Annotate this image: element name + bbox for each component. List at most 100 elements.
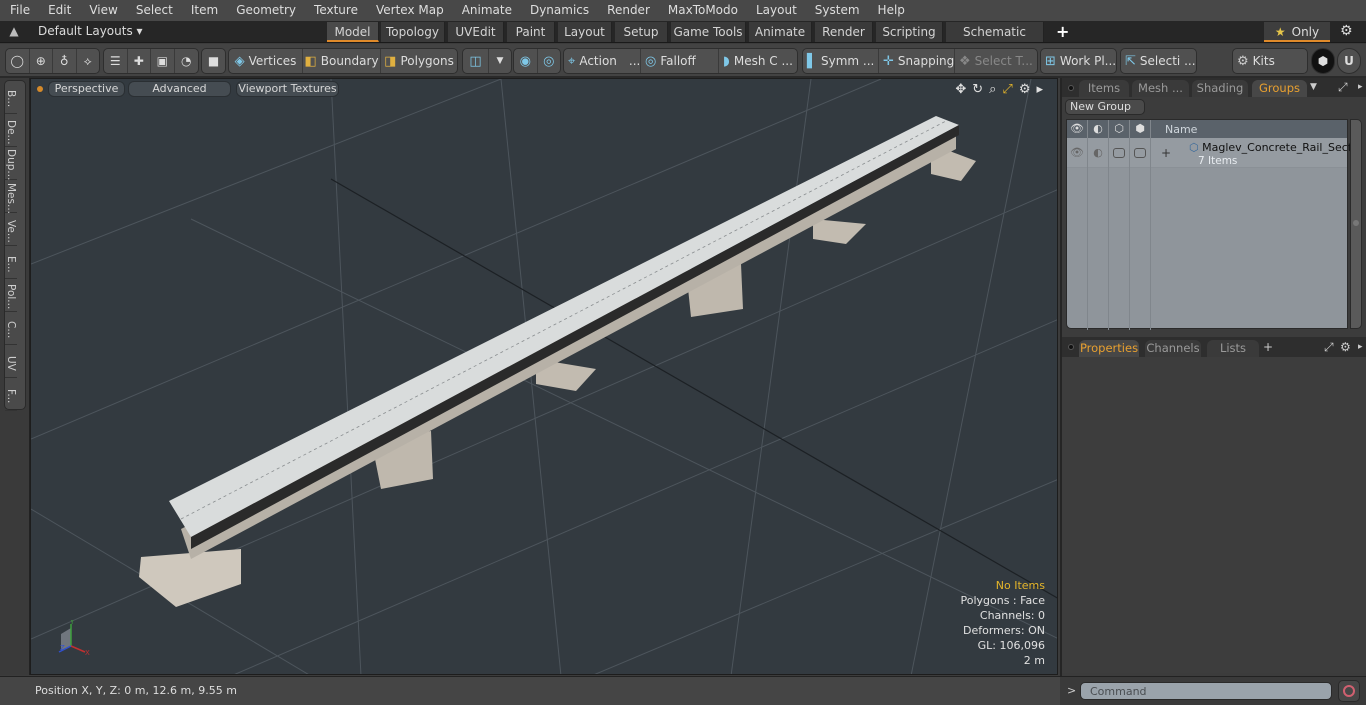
menu-vertex-map[interactable]: Vertex Map [366,0,452,21]
menu-item[interactable]: Item [181,0,226,21]
side-tab[interactable]: Mes... [5,180,17,214]
globe-icon[interactable]: ⊕ [30,49,53,73]
tab-layout[interactable]: Layout [558,22,612,42]
default-layouts-dropdown[interactable]: Default Layouts ▾ [38,24,143,38]
side-tab[interactable]: UV [5,345,17,378]
panel-arrow-icon[interactable]: ▸ [1358,82,1363,92]
material-cube-icon[interactable]: ◫ [463,49,489,73]
expand-arrow-icon[interactable]: ▸ [1036,82,1043,97]
menu-animate[interactable]: Animate [452,0,520,21]
tab-game-tools[interactable]: Game Tools [671,22,746,42]
group-row[interactable]: 👁 ◐ + ⬡ Maglev_Concrete_Rail_Sectio ... … [1067,138,1366,168]
menu-file[interactable]: File [0,0,38,21]
record-macro-button[interactable] [1338,680,1360,702]
maximize-icon[interactable]: ⤢ [1338,80,1348,95]
menu-layout[interactable]: Layout [746,0,805,21]
tab-paint[interactable]: Paint [507,22,555,42]
lock-column-icon[interactable]: ⬡ [1109,120,1130,138]
side-tab[interactable]: E... [5,246,17,279]
side-tab[interactable]: C... [5,312,17,345]
add-layout-tab-button[interactable]: + [1056,22,1069,42]
move-icon[interactable]: ✥ [955,82,966,97]
menu-render[interactable]: Render [597,0,658,21]
menu-select[interactable]: Select [126,0,181,21]
3d-viewport[interactable]: Perspective Advanced Viewport Textures ✥… [30,78,1058,675]
circle-select-icon[interactable]: ◯ [6,49,30,73]
symmetry-button[interactable]: ▌ Symm ... [803,49,879,73]
tab-render[interactable]: Render [815,22,873,42]
selection-sets-button[interactable]: ⇱ Selecti ... [1120,48,1197,74]
kits-button[interactable]: ⚙ Kits [1232,48,1308,74]
tab-dropdown-icon[interactable]: ▼ [1310,82,1317,92]
tab-topology[interactable]: Topology [381,22,445,42]
tab-animate[interactable]: Animate [749,22,812,42]
side-tab[interactable]: Dup... [5,147,17,181]
scroll-knob[interactable] [1353,220,1359,226]
tab-groups[interactable]: Groups [1252,80,1307,97]
visibility-column-icon[interactable]: 👁 [1067,120,1088,138]
tab-schematic-fusion[interactable]: Schematic Fusion [946,22,1044,59]
side-tab[interactable]: B... [5,81,17,114]
menu-maxtomodo[interactable]: MaxToModo [658,0,746,21]
menu-dynamics[interactable]: Dynamics [520,0,597,21]
polygons-button[interactable]: ◨ Polygons [381,49,457,73]
side-tab[interactable]: Pol... [5,279,17,312]
rotate-icon[interactable]: ↻ [972,82,983,97]
render-toggle-icon[interactable]: ◐ [1088,138,1109,168]
lock-toggle[interactable] [1109,138,1130,168]
gear-icon[interactable]: ⚙ [1340,23,1353,39]
zoom-icon[interactable]: ⌕ [989,82,996,97]
select-column-icon[interactable]: ⬢ [1130,120,1151,138]
tab-uvedit[interactable]: UVEdit [448,22,504,42]
tab-channels[interactable]: Channels [1145,340,1201,357]
lasso-icon[interactable]: ⟡ [77,49,100,73]
tab-items[interactable]: Items [1079,80,1129,97]
render-column-icon[interactable]: ◐ [1088,120,1109,138]
dial-icon[interactable]: ◔ [175,49,198,73]
perspective-button[interactable]: Perspective [48,81,125,97]
pivot-center-icon[interactable]: ◉ [514,49,538,73]
tab-mesh[interactable]: Mesh ... [1132,80,1189,97]
item-mode-button[interactable]: ■ [201,48,226,74]
align-icon[interactable]: ☰ [104,49,128,73]
groups-scrollbar[interactable] [1350,119,1362,329]
layout-collapse-icon[interactable]: ▲ [6,24,22,40]
viewport-textures-button[interactable]: Viewport Textures [236,81,339,97]
panel-arrow-icon[interactable]: ▸ [1358,342,1363,352]
menu-edit[interactable]: Edit [38,0,79,21]
menu-texture[interactable]: Texture [304,0,366,21]
tab-shading[interactable]: Shading [1192,80,1248,97]
maximize-icon[interactable]: ⤢ [1324,340,1334,355]
new-group-button[interactable]: New Group [1065,99,1145,115]
menu-help[interactable]: Help [868,0,913,21]
expand-icon[interactable]: + [1161,146,1171,160]
side-tab[interactable]: Ve... [5,213,17,246]
frame-icon[interactable]: ▣ [151,49,175,73]
properties-gear-icon[interactable]: ⚙ [1340,340,1351,354]
falloff-button[interactable]: ◎ Falloff [641,49,719,73]
menu-system[interactable]: System [805,0,868,21]
viewport-gear-icon[interactable]: ⚙ [1019,82,1031,97]
fit-icon[interactable]: ⤢ [1002,82,1012,97]
only-button[interactable]: ★ Only [1264,22,1330,42]
command-input[interactable] [1080,682,1332,700]
pen-icon[interactable]: ♁ [53,49,77,73]
pivot-local-icon[interactable]: ◎ [538,49,561,73]
vertices-button[interactable]: ◈ Vertices [229,49,303,73]
menu-geometry[interactable]: Geometry [226,0,304,21]
menu-view[interactable]: View [79,0,125,21]
snapping-button[interactable]: ✛ Snapping [879,49,955,73]
work-plane-button[interactable]: ⊞ Work Pl... [1040,48,1117,74]
modo-logo-button[interactable]: ⬢ [1311,48,1335,74]
tab-setup[interactable]: Setup [615,22,668,42]
eye-icon[interactable]: 👁 [1067,138,1088,168]
boundary-button[interactable]: ◧ Boundary [303,49,381,73]
unreal-button[interactable]: U [1337,48,1361,74]
side-tab[interactable]: De... [5,114,17,147]
advanced-button[interactable]: Advanced [128,81,231,97]
action-button[interactable]: ⌖ Action... [564,49,641,73]
select-toggle[interactable] [1130,138,1151,168]
add-tab-icon[interactable]: + [1263,340,1273,354]
tab-lists[interactable]: Lists [1207,340,1259,357]
tab-scripting[interactable]: Scripting [876,22,943,42]
